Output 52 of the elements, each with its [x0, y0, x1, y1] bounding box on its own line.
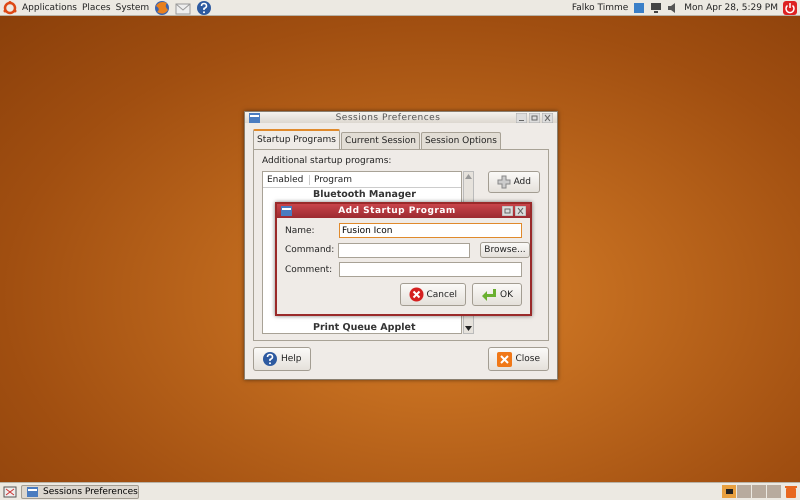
help-icon [262, 351, 278, 367]
trash-icon [785, 485, 797, 498]
monitor-icon [650, 2, 662, 14]
column-header[interactable]: Enabled [263, 174, 310, 184]
panel-menu[interactable]: Applications [22, 2, 77, 12]
enter-arrow-icon [481, 288, 497, 302]
plus-icon [496, 175, 511, 189]
field-label: Comment: [285, 264, 334, 274]
input-field[interactable] [339, 262, 522, 277]
cancel-icon [408, 287, 424, 302]
help-icon [196, 0, 212, 16]
input-field[interactable]: Fusion Icon [339, 223, 522, 238]
program-name[interactable]: Print Queue Applet [313, 322, 461, 333]
arrow-down-icon [465, 326, 472, 331]
panel-menu[interactable]: Places [82, 2, 111, 12]
clock[interactable]: Mon Apr 28, 5:29 PM [684, 2, 778, 12]
window-icon [633, 2, 646, 14]
input-field[interactable] [338, 242, 470, 258]
dialog-title: Add Startup Program [337, 206, 457, 216]
tab[interactable]: Startup Programs [253, 129, 340, 149]
arrow-up-icon [465, 174, 472, 179]
panel-menu[interactable]: System [116, 2, 150, 12]
maximize-icon [529, 112, 540, 122]
window-title: Sessions Preferences [334, 112, 442, 122]
workspace[interactable] [722, 485, 736, 498]
logo-icon [3, 0, 17, 14]
list-label: Additional startup programs: [262, 156, 392, 166]
close-icon [515, 206, 526, 216]
app-icon [281, 206, 292, 216]
tab[interactable]: Current Session [340, 132, 420, 149]
app-icon [249, 112, 260, 122]
ok-button[interactable]: OK [472, 283, 522, 306]
tab[interactable]: Session Options [420, 132, 501, 149]
app-icon [27, 486, 38, 496]
globe-icon [154, 0, 170, 16]
cancel-button[interactable]: Cancel [400, 283, 466, 306]
field-label: Name: [285, 226, 316, 236]
taskbar-button[interactable]: Sessions Preferences [21, 484, 139, 498]
minimize-icon [516, 112, 527, 122]
help-button[interactable]: Help [253, 347, 311, 371]
close-button[interactable]: Close [488, 347, 549, 371]
field-label: Command: [285, 245, 334, 255]
add-button[interactable]: Add [488, 171, 540, 193]
power-icon [783, 0, 797, 14]
maximize-icon [502, 206, 513, 216]
program-name[interactable]: Bluetooth Manager [313, 189, 461, 200]
close-icon [542, 112, 553, 122]
column-header[interactable]: Program [310, 174, 356, 184]
show-desktop-icon [3, 486, 17, 498]
browse-button[interactable]: Browse... [480, 242, 530, 258]
close-icon [497, 352, 512, 366]
user-name[interactable]: Falko Timme [572, 2, 628, 12]
